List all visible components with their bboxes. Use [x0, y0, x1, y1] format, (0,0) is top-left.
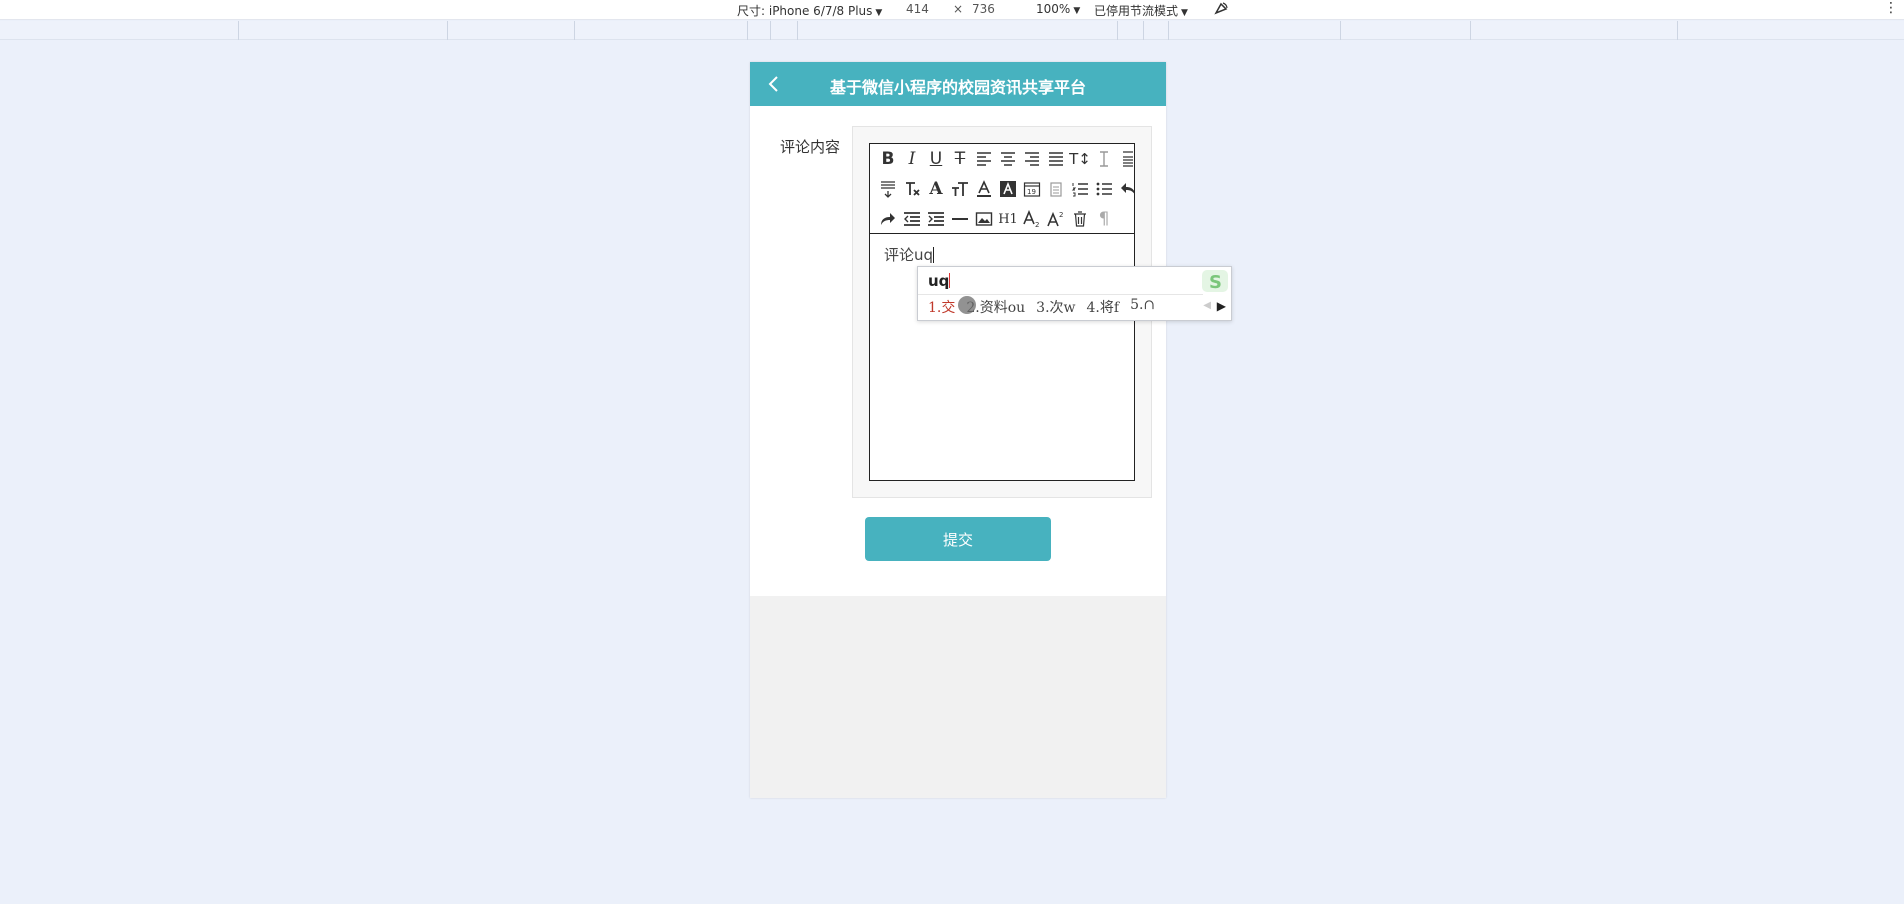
subscript-icon[interactable]: 2 [1020, 207, 1044, 231]
svg-text:S: S [1209, 272, 1222, 293]
phone-viewport: 基于微信小程序的校园资讯共享平台 评论内容 B I U T T↕ A 19 H1… [750, 62, 1166, 798]
ime-divider [918, 294, 1203, 295]
editor-text: 评论uq [884, 246, 934, 264]
ime-candidate[interactable]: 5.∩ [1130, 297, 1155, 317]
editor-toolbar: B I U T T↕ A 19 H1 2 2 ¶ [870, 144, 1134, 234]
clipboard-icon[interactable] [1044, 177, 1068, 201]
more-menu-icon[interactable]: ⋮ [1884, 0, 1898, 16]
caret-down-icon: ▼ [1181, 8, 1188, 18]
ime-caret [949, 273, 951, 288]
ordered-list-icon[interactable] [1068, 177, 1092, 201]
caret-down-icon: ▼ [1073, 6, 1081, 16]
ime-candidate[interactable]: 4.将f [1087, 297, 1120, 317]
bold-button[interactable]: B [876, 147, 900, 171]
image-icon[interactable] [972, 207, 996, 231]
redo-icon[interactable] [876, 207, 900, 231]
comment-label: 评论内容 [780, 138, 841, 156]
outdent-icon[interactable] [900, 207, 924, 231]
device-label: 尺寸: iPhone 6/7/8 Plus [737, 4, 873, 18]
font-size-button[interactable]: T↕ [1068, 147, 1092, 171]
trash-icon[interactable] [1068, 207, 1092, 231]
unordered-list-icon[interactable] [1092, 177, 1116, 201]
times-sign: × [953, 2, 964, 16]
svg-text:19: 19 [1027, 188, 1036, 196]
paragraph-mark-button[interactable]: ¶ [1092, 207, 1116, 231]
svg-text:2: 2 [1035, 221, 1039, 228]
ime-candidate[interactable]: 1.交 [928, 297, 955, 317]
date-icon[interactable]: 19 [1020, 177, 1044, 201]
align-left-icon[interactable] [972, 147, 996, 171]
ime-candidate[interactable]: 3.次w [1036, 297, 1075, 317]
font-family-button[interactable]: A [924, 177, 948, 201]
device-select[interactable]: 尺寸: iPhone 6/7/8 Plus ▼ [737, 2, 882, 19]
background-color-icon[interactable] [996, 177, 1020, 201]
font-color-icon[interactable] [972, 177, 996, 201]
throttle-select[interactable]: 已停用节流模式 ▼ [1094, 2, 1188, 19]
svg-text:2: 2 [1059, 211, 1063, 219]
editor-content[interactable]: 评论uq [884, 244, 935, 265]
submit-button[interactable]: 提交 [865, 517, 1051, 561]
align-justify-icon[interactable] [1044, 147, 1068, 171]
align-right-icon[interactable] [1020, 147, 1044, 171]
undo-icon[interactable] [1116, 177, 1134, 201]
paragraph-spacing-icon[interactable] [1116, 147, 1134, 171]
width-input[interactable]: 414 [906, 2, 929, 16]
spacing-below-icon[interactable] [876, 177, 900, 201]
indent-icon[interactable] [924, 207, 948, 231]
height-input[interactable]: 736 [972, 2, 995, 16]
heading-button[interactable]: H1 [996, 207, 1020, 231]
prev-page-icon[interactable]: ◀ [1203, 300, 1211, 311]
ime-composition-text: uq [928, 272, 950, 290]
mouse-pointer [958, 296, 976, 314]
throttle-label: 已停用节流模式 [1094, 4, 1179, 18]
align-center-icon[interactable] [996, 147, 1020, 171]
caret-down-icon: ▼ [875, 8, 883, 18]
media-query-ruler [0, 21, 1904, 40]
superscript-icon[interactable]: 2 [1044, 207, 1068, 231]
text-size-icon[interactable] [948, 177, 972, 201]
rotate-icon[interactable] [1212, 0, 1230, 21]
devtools-toolbar: 尺寸: iPhone 6/7/8 Plus ▼ 414 × 736 100% ▼ 已… [0, 0, 1904, 20]
ime-composition: uq [928, 272, 951, 290]
italic-button[interactable]: I [900, 147, 924, 171]
next-page-icon[interactable]: ▶ [1217, 299, 1226, 313]
form-area: 评论内容 B I U T T↕ A 19 H1 2 2 ¶ 评论uq 提交 [750, 106, 1166, 596]
underline-button[interactable]: U [924, 147, 948, 171]
zoom-label: 100% [1036, 2, 1071, 16]
strikethrough-button[interactable]: T [948, 147, 972, 171]
page-title: 基于微信小程序的校园资讯共享平台 [829, 78, 1086, 97]
clear-format-icon[interactable] [900, 177, 924, 201]
nav-bar: 基于微信小程序的校园资讯共享平台 [750, 62, 1166, 106]
horizontal-rule-icon[interactable] [948, 207, 972, 231]
text-cursor [933, 247, 935, 263]
line-height-icon[interactable] [1092, 147, 1116, 171]
sogou-logo-icon: S [1202, 270, 1228, 293]
zoom-select[interactable]: 100% ▼ [1036, 2, 1080, 16]
